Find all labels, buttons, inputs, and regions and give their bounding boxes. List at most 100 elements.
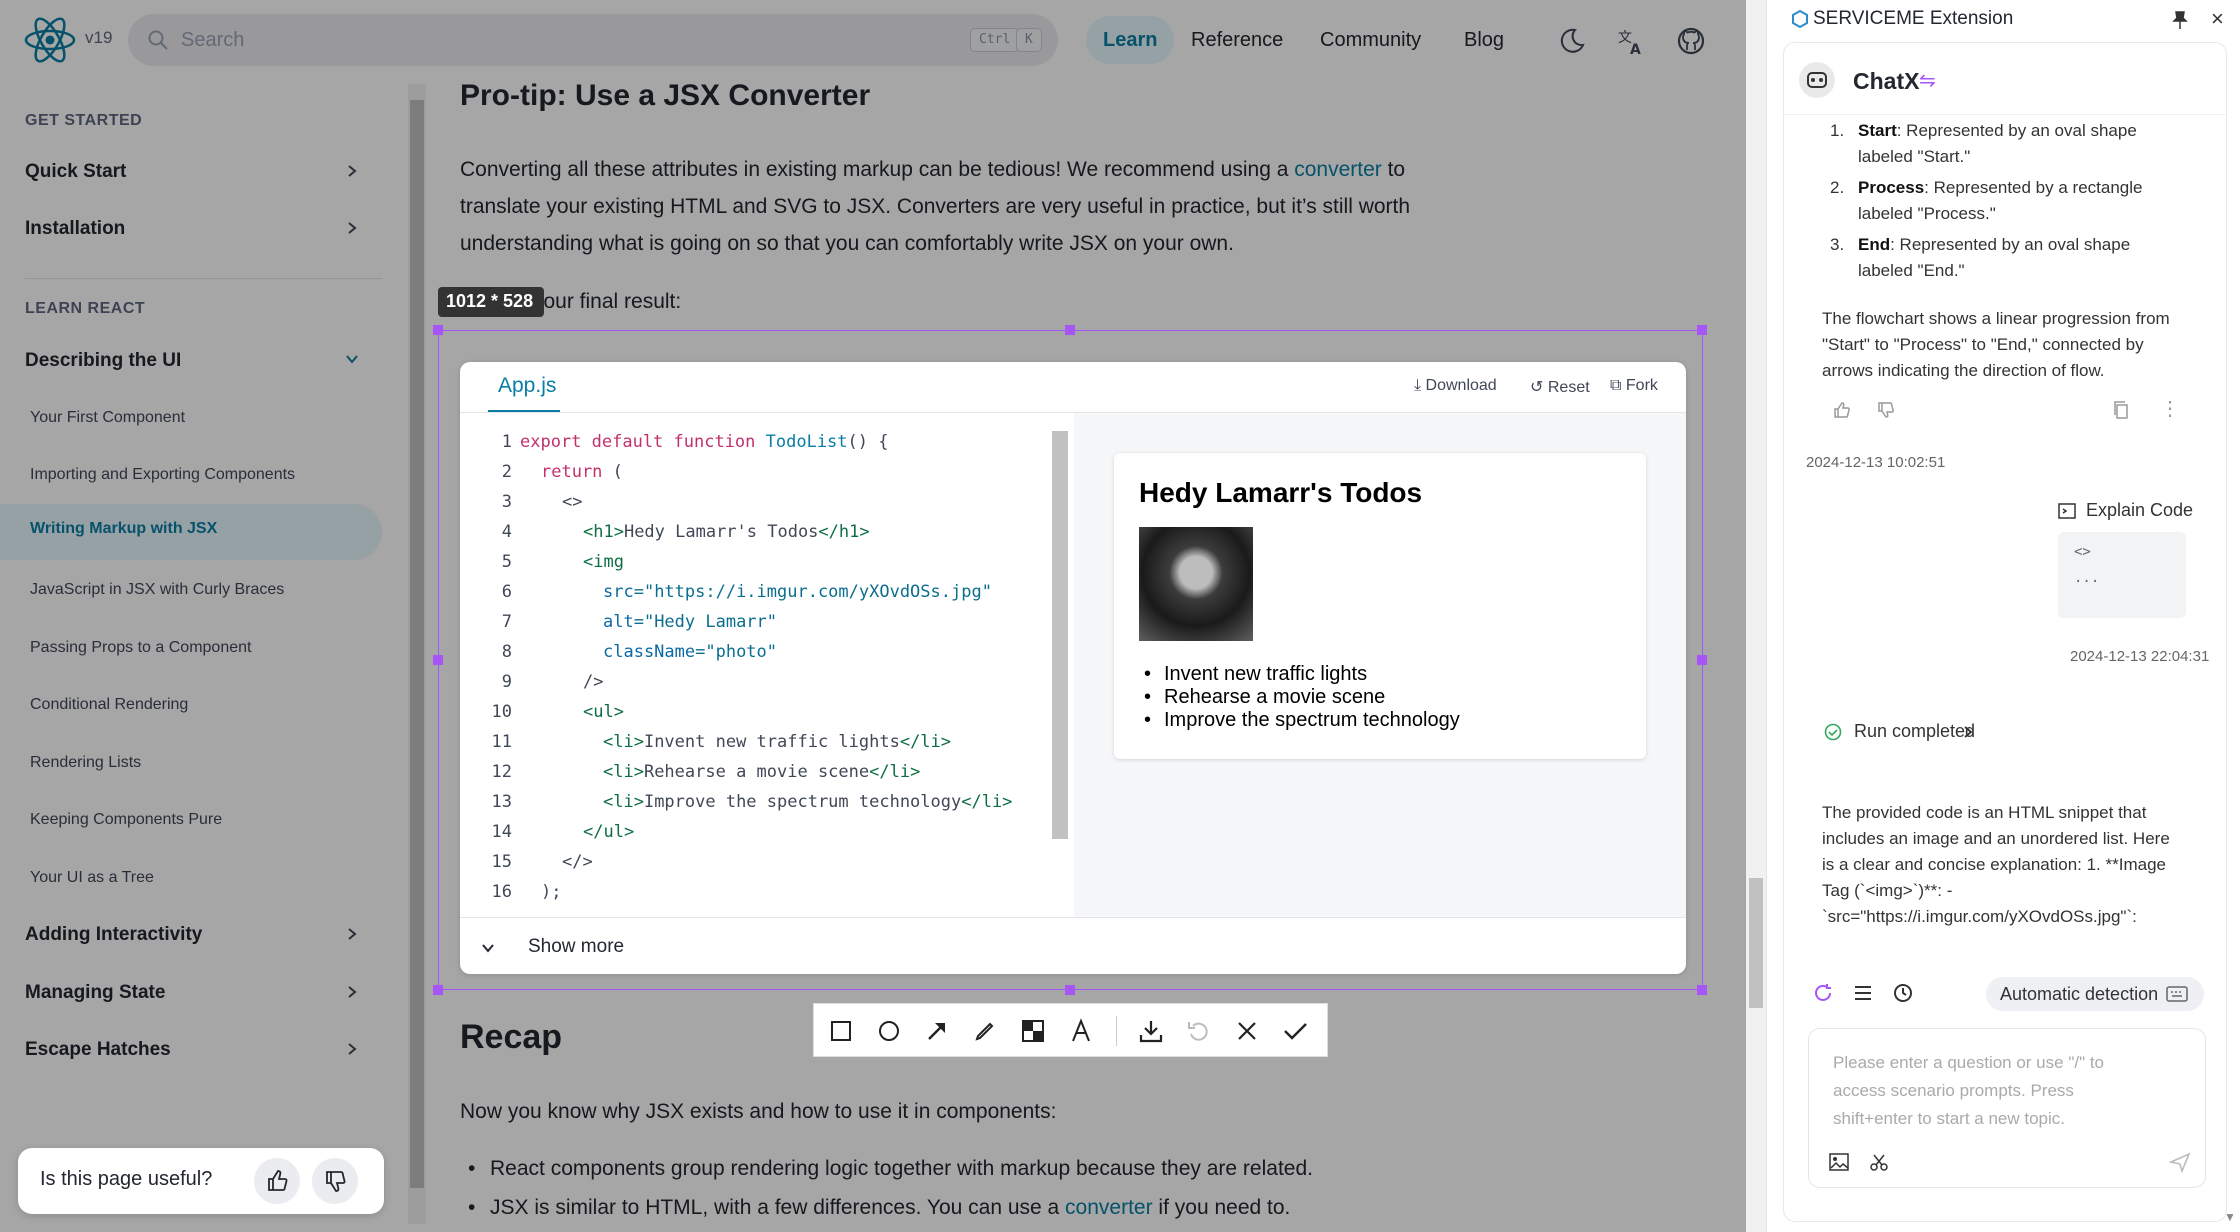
sidebar-sub-conditional[interactable]: Conditional Rendering: [30, 696, 188, 714]
page-scrollbar-track[interactable]: [1746, 0, 1766, 1232]
nav-learn[interactable]: Learn: [1086, 16, 1175, 64]
sidebar-sub-pure[interactable]: Keeping Components Pure: [30, 811, 222, 829]
chat-input-box[interactable]: Please enter a question or use "/" to ac…: [1808, 1028, 2206, 1188]
close-icon[interactable]: ×: [2211, 6, 2224, 32]
image-upload-icon[interactable]: [1829, 1153, 1849, 1171]
sidebar-sub-curly-braces[interactable]: JavaScript in JSX with Curly Braces: [30, 581, 284, 599]
line-number: 1: [501, 432, 512, 452]
resize-handle[interactable]: [433, 325, 443, 335]
history-icon[interactable]: [1892, 982, 1914, 1004]
menu-icon[interactable]: [1852, 982, 1874, 1004]
docs-sidebar: GET STARTED Quick Start Installation LEA…: [0, 80, 410, 1232]
confirm-capture-icon[interactable]: [1282, 1018, 1308, 1044]
sidebar-sub-ui-tree[interactable]: Your UI as a Tree: [30, 869, 154, 887]
sidebar-sub-lists[interactable]: Rendering Lists: [30, 754, 141, 772]
sidebar-item-quick-start[interactable]: Quick Start: [25, 161, 126, 183]
arrow-tool-icon[interactable]: [924, 1018, 950, 1044]
screenshot-scissors-icon[interactable]: [1869, 1153, 1889, 1171]
sidebar-sub-first-component[interactable]: Your First Component: [30, 409, 185, 427]
save-capture-icon[interactable]: [1138, 1018, 1164, 1044]
undo-icon[interactable]: [1186, 1018, 1212, 1044]
tab-app-js[interactable]: App.js: [498, 374, 556, 398]
language-icon[interactable]: 文A: [1616, 26, 1646, 56]
text: understanding what is going on so that y…: [460, 232, 1234, 255]
page-scrollbar-thumb[interactable]: [1749, 878, 1763, 1008]
sidebar-sub-import-export[interactable]: Importing and Exporting Components: [30, 466, 295, 484]
github-icon[interactable]: [1676, 26, 1706, 56]
like-icon[interactable]: [1832, 400, 1852, 420]
download-button[interactable]: ⤓ Download: [1414, 377, 1497, 395]
text-tool-icon[interactable]: [1068, 1018, 1094, 1044]
kbd-k: K: [1016, 28, 1042, 52]
copy-icon[interactable]: [2112, 400, 2130, 420]
code-line: src="https://i.imgur.com/yXOvdOSs.jpg": [603, 582, 992, 602]
sidebar-item-installation[interactable]: Installation: [25, 218, 125, 240]
switch-bot-icon[interactable]: ⇋: [1919, 68, 1936, 93]
run-completed-status[interactable]: Run completed: [1808, 712, 1984, 752]
mosaic-tool-icon[interactable]: [1020, 1018, 1046, 1044]
desc: labeled "Process.": [1858, 204, 1996, 223]
nav-blog[interactable]: Blog: [1447, 16, 1521, 64]
pen-tool-icon[interactable]: [972, 1018, 998, 1044]
dislike-icon[interactable]: [1876, 400, 1896, 420]
resize-handle[interactable]: [1065, 325, 1075, 335]
tag: </h1>: [818, 522, 870, 542]
reset-button[interactable]: ↺ Reset: [1530, 377, 1590, 397]
line-number: 4: [501, 522, 512, 542]
sidebar-sub-writing-jsx[interactable]: Writing Markup with JSX: [0, 504, 382, 560]
thumbs-down-button[interactable]: [312, 1158, 358, 1204]
resize-handle[interactable]: [1697, 985, 1707, 995]
code-scrollbar-thumb[interactable]: [1052, 431, 1068, 839]
string: ="https://i.imgur.com/yXOvdOSs.jpg": [633, 582, 992, 602]
sidebar-sub-props[interactable]: Passing Props to a Component: [30, 639, 251, 657]
search-bar[interactable]: Search Ctrl K: [128, 14, 1058, 66]
assistant-reply: The provided code is an HTML snippet tha…: [1822, 800, 2202, 940]
preview-title: Hedy Lamarr's Todos: [1139, 477, 1423, 508]
cancel-capture-icon[interactable]: [1234, 1018, 1260, 1044]
message-timestamp: 2024-12-13 10:02:51: [1806, 454, 1946, 471]
ellipse-tool-icon[interactable]: [876, 1018, 902, 1044]
resize-handle[interactable]: [433, 655, 443, 665]
send-icon[interactable]: [2169, 1151, 2191, 1173]
todo-item: Improve the spectrum technology: [1144, 709, 1460, 732]
fork-button[interactable]: ⧉ Fork: [1610, 377, 1658, 395]
resize-handle[interactable]: [433, 985, 443, 995]
thumbs-up-button[interactable]: [254, 1158, 300, 1204]
automatic-detection-toggle[interactable]: Automatic detection: [1986, 977, 2204, 1011]
converter-link[interactable]: converter: [1065, 1196, 1153, 1219]
resize-handle[interactable]: [1065, 985, 1075, 995]
scroll-down-arrow-icon[interactable]: ▼: [2224, 1210, 2236, 1224]
new-chat-icon[interactable]: [1812, 982, 1834, 1004]
run-label: Run completed: [1854, 721, 1976, 741]
show-more-button[interactable]: Show more: [460, 917, 1686, 974]
code-editor[interactable]: 1 2 3 4 5 6 7 8 9 10 11 12 13 14 15 16 e…: [460, 413, 1072, 917]
sidebar-item-state[interactable]: Managing State: [25, 982, 165, 1004]
nav-community[interactable]: Community: [1303, 16, 1438, 64]
pin-icon[interactable]: [2171, 10, 2189, 30]
tag: <li>: [603, 762, 644, 782]
resize-handle[interactable]: [1697, 325, 1707, 335]
react-logo-icon[interactable]: [22, 16, 78, 64]
fork-icon: ⧉: [1610, 377, 1622, 394]
attribute: alt: [603, 612, 634, 632]
string: ="photo": [695, 642, 778, 662]
recap-heading: Recap: [460, 1018, 563, 1056]
rectangle-tool-icon[interactable]: [828, 1018, 854, 1044]
line: includes an image and an unordered list.…: [1822, 829, 2170, 848]
chevron-right-icon: [348, 928, 357, 940]
sidebar-item-describing-ui[interactable]: Describing the UI: [25, 350, 181, 372]
more-icon[interactable]: ⋮: [2160, 396, 2180, 421]
code-text: Rehearse a movie scene: [643, 762, 870, 782]
resize-handle[interactable]: [1697, 655, 1707, 665]
protip-paragraph: Converting all these attributes in exist…: [460, 151, 1660, 262]
sidebar-item-escape-hatches[interactable]: Escape Hatches: [25, 1039, 171, 1061]
code-line: <h1>Hedy Lamarr's Todos</h1>: [583, 522, 870, 542]
line-number: 10: [491, 702, 512, 722]
dark-mode-icon[interactable]: [1556, 26, 1586, 56]
download-icon: ⤓: [1414, 377, 1422, 394]
converter-link[interactable]: converter: [1294, 158, 1382, 181]
label: Download: [1425, 377, 1497, 394]
nav-reference[interactable]: Reference: [1174, 16, 1300, 64]
code-text: Improve the spectrum technology: [643, 792, 962, 812]
sidebar-item-interactivity[interactable]: Adding Interactivity: [25, 924, 202, 946]
